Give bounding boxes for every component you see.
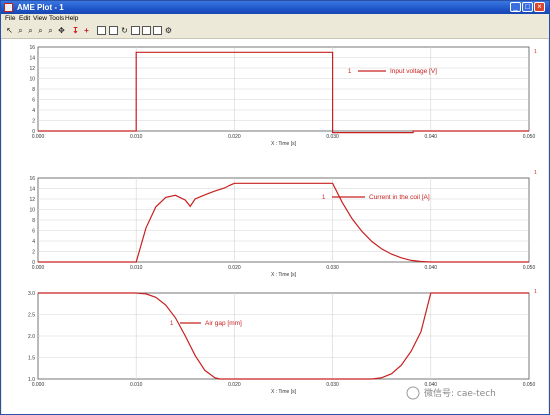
red-marker-icon[interactable]: ↧ [71, 26, 80, 35]
title-bar[interactable]: AME Plot - 1 _ □ × [1, 1, 549, 14]
y-tick-label: 16 [29, 176, 35, 182]
zoom-fit-icon[interactable]: ⌕ [46, 26, 55, 35]
refresh-icon[interactable]: ↻ [120, 26, 129, 35]
y-tick-label: 12 [29, 66, 35, 72]
x-tick-label: 0.040 [425, 134, 438, 140]
y-tick-label: 10 [29, 208, 35, 214]
x-tick-label: 0.050 [523, 382, 536, 388]
plot-window: AME Plot - 1 _ □ × File Edit View Tools … [0, 0, 550, 415]
y-tick-label: 6 [32, 229, 35, 235]
x-tick-label: 0.000 [32, 134, 45, 140]
x-tick-label: 0.030 [326, 134, 339, 140]
y-tick-label: 4 [32, 239, 35, 245]
x-tick-label: 0.000 [32, 265, 45, 271]
y-tick-label: 4 [32, 108, 35, 114]
minimize-button[interactable]: _ [510, 2, 521, 12]
curve-end-marker: 1 [534, 170, 537, 176]
print-icon[interactable] [142, 26, 151, 35]
pointer-icon[interactable]: ↖ [5, 26, 14, 35]
x-tick-label: 0.020 [228, 134, 241, 140]
x-tick-label: 0.000 [32, 382, 45, 388]
y-tick-label: 8 [32, 87, 35, 93]
x-tick-label: 0.050 [523, 134, 536, 140]
x-tick-label: 0.010 [130, 134, 143, 140]
x-tick-label: 0.040 [425, 265, 438, 271]
plot-area: 0 2 4 6 8 10 12 14 16 0.000 0.010 0.020 0.030 0.040 0.… [2, 39, 548, 414]
watermark-text: 微信号: cae-tech [424, 387, 496, 399]
x-axis-label: X : Time [s] [271, 272, 297, 278]
watermark-logo-icon [406, 386, 420, 400]
x-tick-label: 0.050 [523, 265, 536, 271]
pan-icon[interactable]: ✥ [57, 26, 66, 35]
menu-bar: File Edit View Tools Help [1, 14, 549, 24]
curve-end-marker: 1 [534, 289, 537, 295]
menu-view[interactable]: View [33, 14, 47, 24]
y-tick-label: 2 [32, 119, 35, 125]
toolbar: ↖ ⌕ ⌕ ⌕ ⌕ ✥ ↧ + ↻ ⚙ [1, 24, 549, 39]
x-tick-label: 0.020 [228, 265, 241, 271]
menu-help[interactable]: Help [65, 14, 78, 24]
copy-icon[interactable] [131, 26, 140, 35]
app-icon [4, 3, 13, 12]
y-tick-label: 1.5 [28, 356, 35, 362]
maximize-button[interactable]: □ [522, 2, 533, 12]
frame-icon[interactable] [97, 26, 106, 35]
zoom-in-icon[interactable]: ⌕ [26, 26, 35, 35]
y-tick-label: 2 [32, 250, 35, 256]
y-tick-label: 6 [32, 98, 35, 104]
legend-label: Input voltage [V] [390, 68, 437, 75]
y-tick-label: 14 [29, 187, 35, 193]
y-tick-label: 14 [29, 56, 35, 62]
legend-label: Current in the coil [A] [369, 194, 430, 201]
x-tick-label: 0.020 [228, 382, 241, 388]
x-tick-label: 0.030 [326, 382, 339, 388]
x-axis-label: X : Time [s] [271, 389, 297, 395]
y-tick-label: 8 [32, 218, 35, 224]
y-tick-label: 3.0 [28, 291, 35, 297]
zoom-out-icon[interactable]: ⌕ [36, 26, 45, 35]
y-tick-label: 2.5 [28, 313, 35, 319]
y-tick-label: 12 [29, 197, 35, 203]
legend-label: Air gap [mm] [205, 320, 242, 327]
x-tick-label: 0.040 [425, 382, 438, 388]
y-tick-label: 2.0 [28, 334, 35, 340]
window-title: AME Plot - 1 [17, 3, 64, 12]
y-tick-label: 10 [29, 77, 35, 83]
export-icon[interactable] [153, 26, 162, 35]
menu-file[interactable]: File [5, 14, 15, 24]
close-button[interactable]: × [534, 2, 545, 12]
x-axis-label: X : Time [s] [271, 141, 297, 147]
x-tick-label: 0.010 [130, 265, 143, 271]
zoom-icon[interactable]: ⌕ [16, 26, 25, 35]
x-tick-label: 0.030 [326, 265, 339, 271]
red-plus-icon[interactable]: + [82, 26, 91, 35]
x-tick-label: 0.010 [130, 382, 143, 388]
settings-icon[interactable]: ⚙ [164, 26, 173, 35]
menu-tools[interactable]: Tools [49, 14, 64, 24]
menu-edit[interactable]: Edit [19, 14, 30, 24]
curve-end-marker: 1 [534, 49, 537, 55]
y-tick-label: 16 [29, 45, 35, 51]
plots-canvas: 02468101214160.000 0.010 0.020 0.030 0.040 0.… [28, 45, 537, 400]
data-icon[interactable] [109, 26, 118, 35]
